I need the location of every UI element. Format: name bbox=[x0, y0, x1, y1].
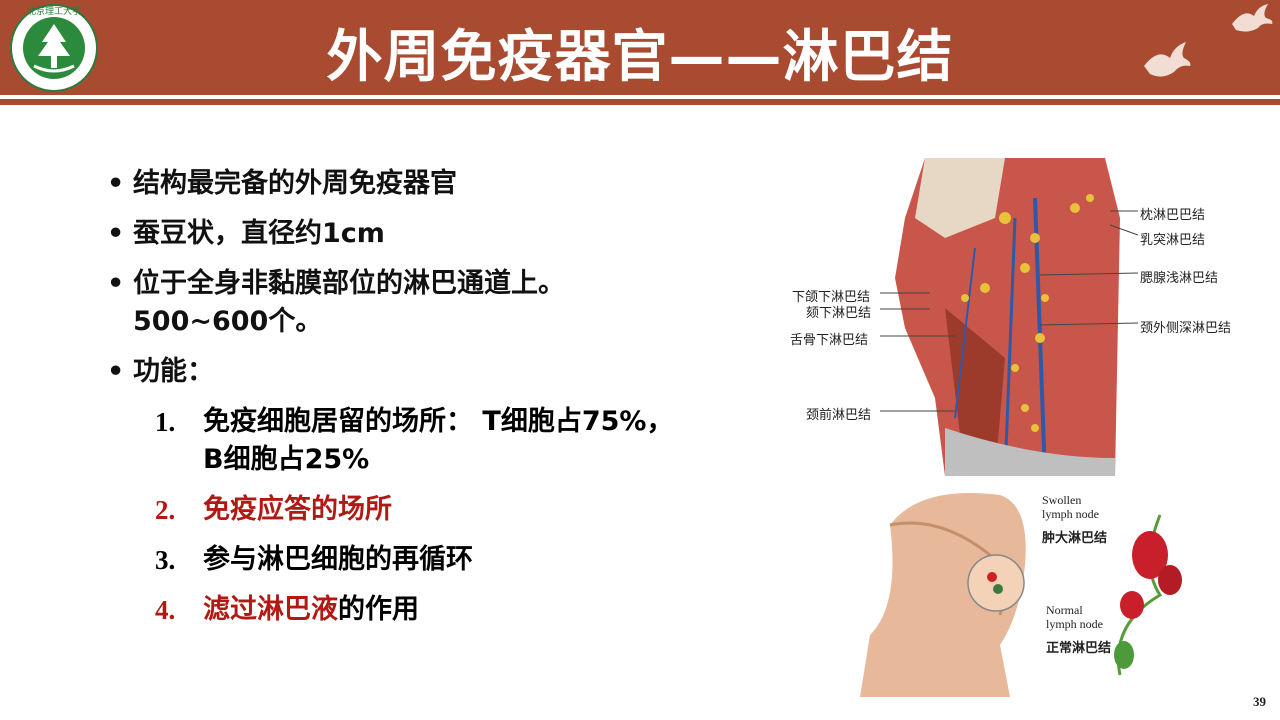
bullet-item: • 功能： bbox=[105, 353, 765, 391]
bullet-dot-icon: • bbox=[107, 218, 125, 249]
content-list: • 结构最完备的外周免疫器官 • 蚕豆状，直径约1cm • 位于全身非黏膜部位的… bbox=[105, 165, 765, 641]
page-title: 外周免疫器官——淋巴结 bbox=[326, 25, 954, 90]
function-item: 4. 滤过淋巴液的作用 bbox=[155, 594, 419, 625]
bullet-dot-icon: • bbox=[107, 268, 125, 299]
label-normal-en: Normal lymph node bbox=[1046, 603, 1103, 631]
function-item: 2. 免疫应答的场所 bbox=[155, 494, 392, 525]
header-underline bbox=[0, 99, 1280, 105]
bullet-item: • 结构最完备的外周免疫器官 bbox=[105, 165, 765, 203]
bullet-dot-icon: • bbox=[107, 168, 125, 199]
dove-icon bbox=[1232, 4, 1273, 32]
bullet-dot-icon: • bbox=[107, 356, 125, 387]
label-normal-zh: 正常淋巴结 bbox=[1046, 640, 1112, 655]
lymph-node-image bbox=[860, 485, 1190, 697]
label-swollen-en: Swollen lymph node bbox=[1042, 493, 1099, 521]
function-item: 1. 免疫细胞居留的场所： T细胞占75%， B细胞占25% bbox=[155, 406, 674, 475]
label-swollen-zh: 肿大淋巴结 bbox=[1042, 530, 1108, 545]
label-leader-lines bbox=[880, 210, 1139, 412]
function-item: 3. 参与淋巴细胞的再循环 bbox=[155, 544, 473, 575]
bullet-item: • 蚕豆状，直径约1cm bbox=[105, 215, 765, 253]
dove-icon bbox=[1144, 42, 1191, 77]
bullet-item: • 位于全身非黏膜部位的淋巴通道上。 500~600个。 bbox=[105, 265, 765, 341]
page-number: 39 bbox=[1253, 694, 1266, 709]
